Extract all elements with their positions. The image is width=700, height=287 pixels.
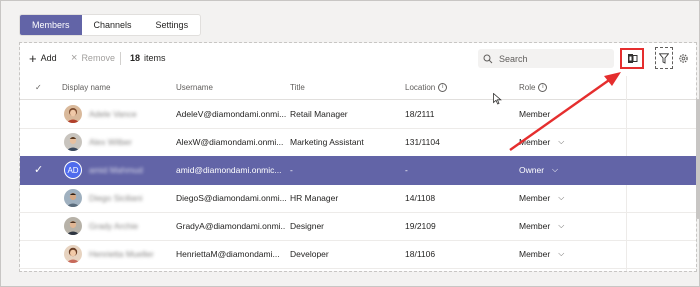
annotation-arrow	[509, 72, 621, 151]
mouse-cursor-icon	[493, 93, 502, 105]
